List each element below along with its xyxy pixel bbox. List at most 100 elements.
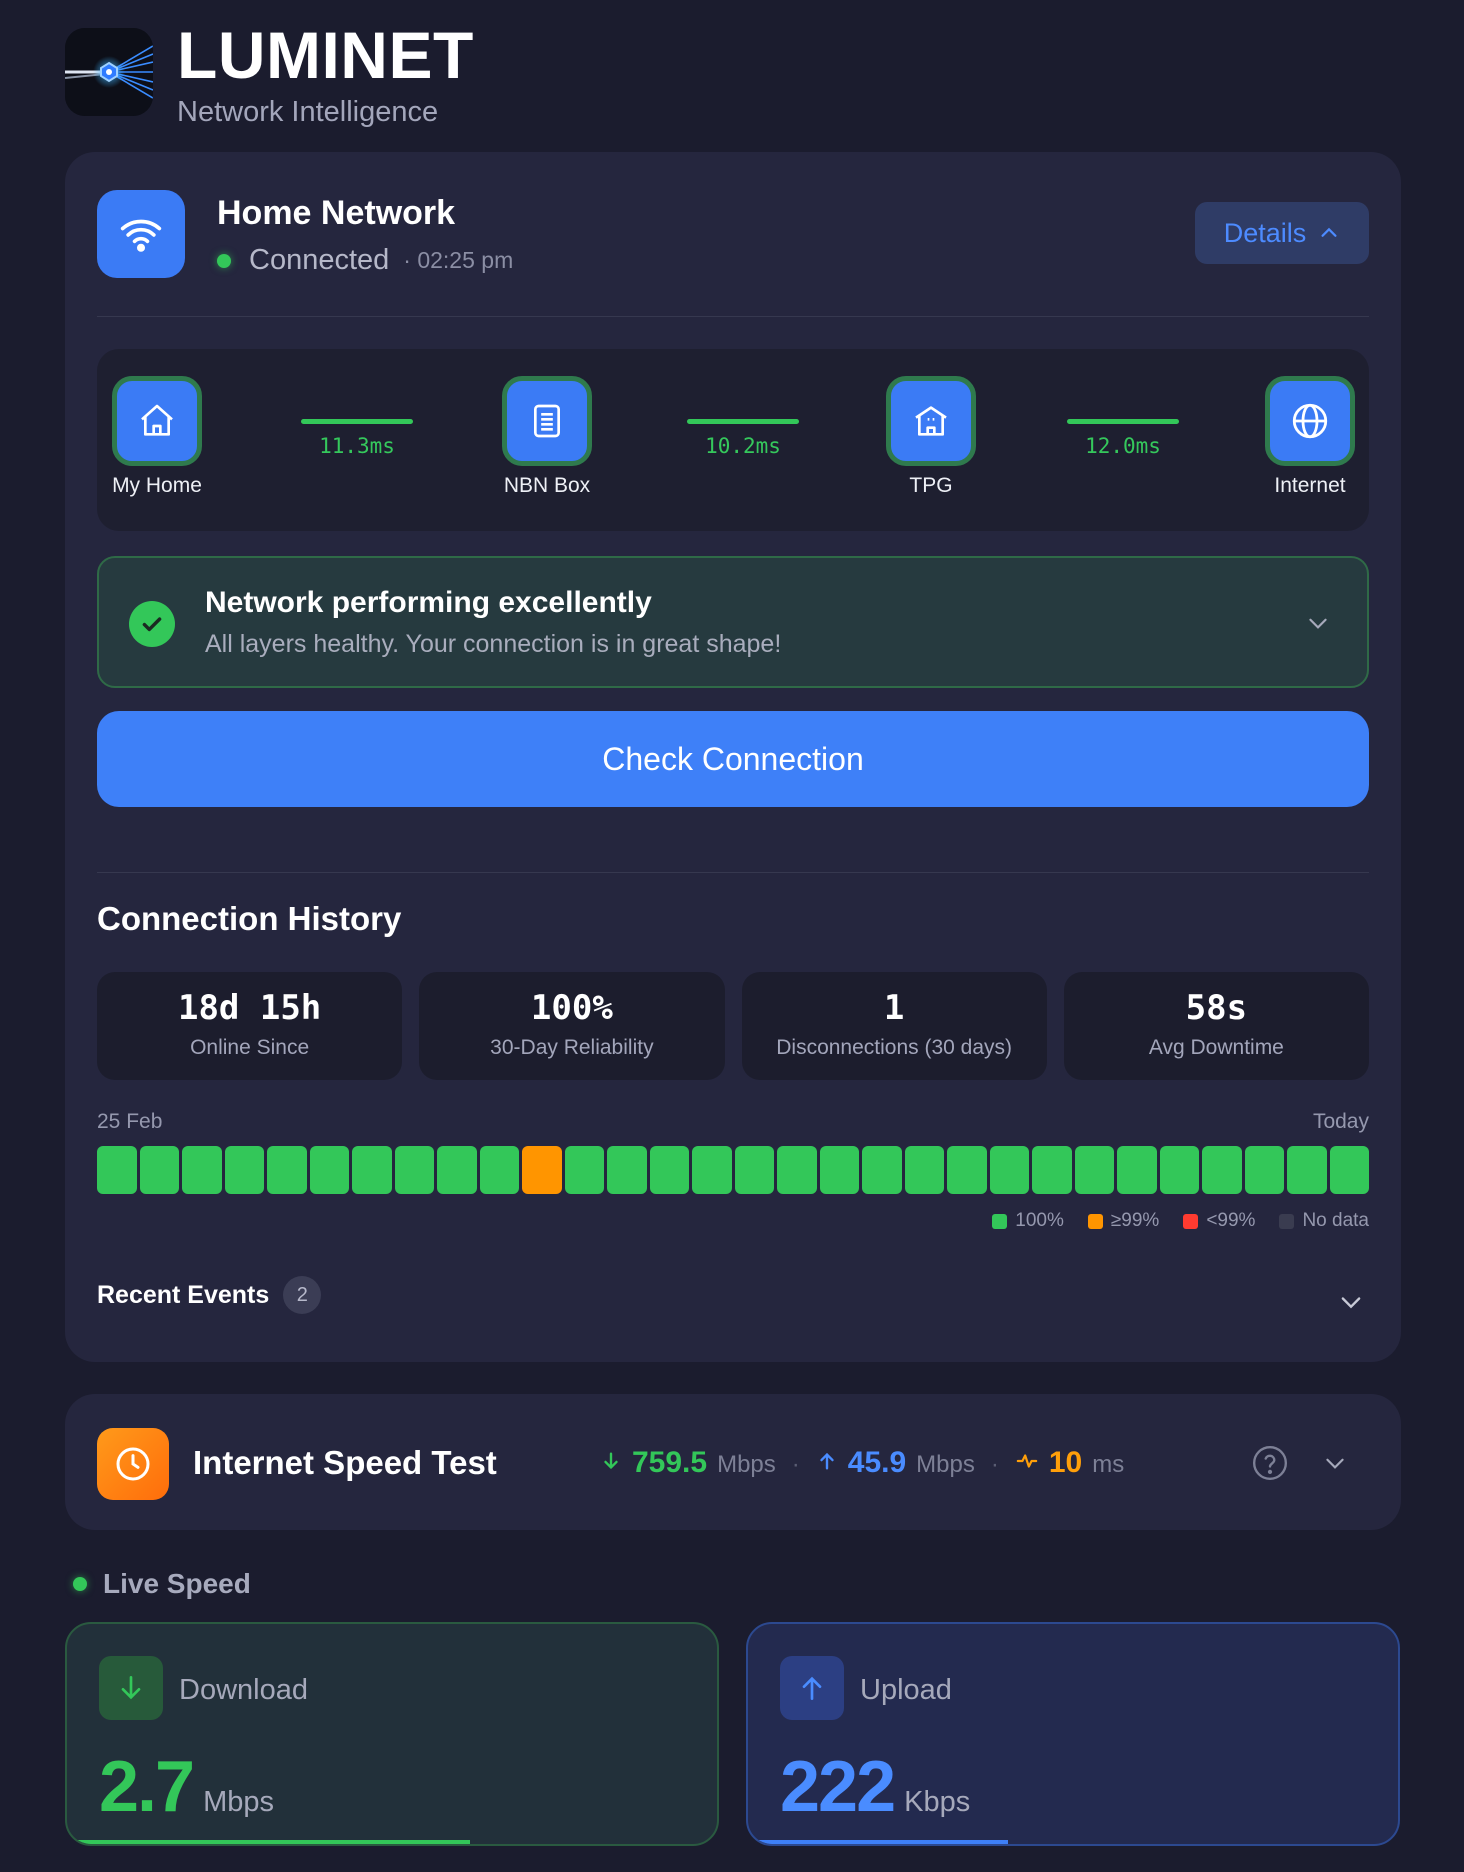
live-upload-label: Upload (860, 1674, 952, 1706)
stat-value: 1 (883, 988, 905, 1028)
chevron-down-icon[interactable] (1337, 1288, 1365, 1321)
uptime-day-bar[interactable] (309, 1146, 349, 1194)
uptime-day-bar[interactable] (607, 1146, 647, 1194)
node-internet[interactable]: Internet (1250, 376, 1370, 498)
uptime-day-bar[interactable] (564, 1146, 604, 1194)
recent-events-toggle[interactable]: Recent Events 2 (97, 1276, 322, 1314)
latency-pulse-icon (1016, 1454, 1038, 1468)
arrow-down-icon (604, 1452, 618, 1470)
uptime-day-bar[interactable] (947, 1146, 987, 1194)
status-time: · 02:25 pm (403, 247, 514, 273)
legend-swatch (1087, 1213, 1103, 1229)
stat-value: 58s (1185, 988, 1248, 1028)
wifi-icon (97, 190, 185, 278)
live-download-value: 2.7 Mbps (99, 1746, 274, 1828)
uptime-day-bar[interactable] (139, 1146, 179, 1194)
link-latency: 10.2ms (687, 419, 799, 458)
latency-value: 10.2ms (705, 434, 781, 458)
live-speed-label: Live Speed (103, 1568, 251, 1599)
uptime-day-bar[interactable] (1159, 1146, 1199, 1194)
live-speed-header: Live Speed (73, 1568, 251, 1600)
ping-unit: ms (1092, 1451, 1125, 1478)
uptime-day-bar[interactable] (862, 1146, 902, 1194)
stat-avg-downtime: 58s Avg Downtime (1063, 972, 1369, 1080)
link-line (687, 419, 799, 424)
uptime-day-bar[interactable] (777, 1146, 817, 1194)
stat-value: 18d 15h (177, 988, 322, 1028)
uptime-day-bar[interactable] (352, 1146, 392, 1194)
live-upload-value: 222 Kbps (780, 1746, 970, 1828)
events-count-badge: 2 (283, 1276, 322, 1314)
history-start-label: 25 Feb (97, 1110, 163, 1133)
node-label: My Home (112, 474, 202, 497)
uptime-day-bar[interactable] (1117, 1146, 1157, 1194)
uptime-day-bar[interactable] (182, 1146, 222, 1194)
node-label: Internet (1274, 474, 1346, 497)
clock-icon (97, 1428, 169, 1500)
stat-label: 30-Day Reliability (490, 1036, 654, 1059)
uptime-day-bar[interactable] (97, 1146, 137, 1194)
node-tpg[interactable]: TPG (871, 376, 991, 498)
uptime-day-bar[interactable] (224, 1146, 264, 1194)
uptime-day-bar[interactable] (1202, 1146, 1242, 1194)
stat-label: Avg Downtime (1148, 1036, 1284, 1059)
banner-title: Network performing excellently (205, 586, 652, 619)
check-circle-icon (129, 601, 175, 647)
uptime-day-bar[interactable] (522, 1146, 562, 1194)
arrow-down-icon (99, 1656, 163, 1720)
uptime-day-bar[interactable] (819, 1146, 859, 1194)
history-stats: 18d 15h Online Since 100% 30-Day Reliabi… (97, 972, 1369, 1080)
speed-test-card[interactable]: Internet Speed Test 759.5 Mbps · 45.9 Mb… (65, 1394, 1401, 1530)
modem-icon (502, 376, 592, 466)
stat-label: Online Since (190, 1036, 310, 1059)
connection-status: Connected · 02:25 pm (217, 244, 513, 277)
legend-swatch (1183, 1213, 1199, 1229)
legend-swatch (1279, 1213, 1295, 1229)
divider (97, 316, 1369, 317)
uptime-day-bar[interactable] (904, 1146, 944, 1194)
node-my-home[interactable]: My Home (97, 376, 217, 498)
details-label: Details (1223, 217, 1307, 248)
check-connection-button[interactable]: Check Connection (97, 711, 1369, 807)
home-icon (112, 376, 202, 466)
speed-test-title: Internet Speed Test (193, 1444, 497, 1481)
uptime-day-bar[interactable] (1244, 1146, 1284, 1194)
uptime-day-bar[interactable] (267, 1146, 307, 1194)
uptime-day-bar[interactable] (1074, 1146, 1114, 1194)
network-header: Home Network Connected · 02:25 pm Detail… (97, 190, 1369, 280)
legend-item: <99% (1183, 1210, 1255, 1232)
node-nbn-box[interactable]: NBN Box (487, 376, 607, 498)
help-icon[interactable] (1251, 1444, 1289, 1487)
uptime-day-bar[interactable] (649, 1146, 689, 1194)
download-value: 759.5 (632, 1446, 708, 1479)
uptime-day-bar[interactable] (692, 1146, 732, 1194)
stat-label: Disconnections (30 days) (776, 1036, 1013, 1059)
stat-disconnections: 1 Disconnections (30 days) (741, 972, 1047, 1080)
uptime-day-bar[interactable] (1032, 1146, 1072, 1194)
chevron-down-icon[interactable] (1322, 1450, 1348, 1481)
status-dot (217, 253, 231, 268)
uptime-bars (97, 1146, 1369, 1194)
uptime-day-bar[interactable] (1329, 1146, 1369, 1194)
arrow-up-icon (780, 1656, 844, 1720)
live-upload-unit: Kbps (904, 1786, 971, 1818)
live-download-label: Download (179, 1674, 308, 1706)
uptime-day-bar[interactable] (437, 1146, 477, 1194)
legend-item: No data (1279, 1210, 1369, 1232)
link-line (301, 419, 413, 424)
health-banner[interactable]: Network performing excellently All layer… (97, 556, 1369, 688)
uptime-day-bar[interactable] (394, 1146, 434, 1194)
chevron-down-icon[interactable] (1305, 610, 1331, 641)
node-label: NBN Box (503, 474, 591, 497)
uptime-day-bar[interactable] (479, 1146, 519, 1194)
luminet-logo-icon (65, 28, 153, 116)
uptime-day-bar[interactable] (734, 1146, 774, 1194)
live-download-number: 2.7 (99, 1747, 195, 1827)
live-upload-number: 222 (780, 1747, 896, 1827)
details-button[interactable]: Details (1195, 202, 1369, 264)
app-tagline: Network Intelligence (177, 96, 439, 128)
stat-value: 100% (530, 988, 613, 1028)
uptime-day-bar[interactable] (1287, 1146, 1327, 1194)
history-title: Connection History (97, 900, 402, 937)
uptime-day-bar[interactable] (989, 1146, 1029, 1194)
